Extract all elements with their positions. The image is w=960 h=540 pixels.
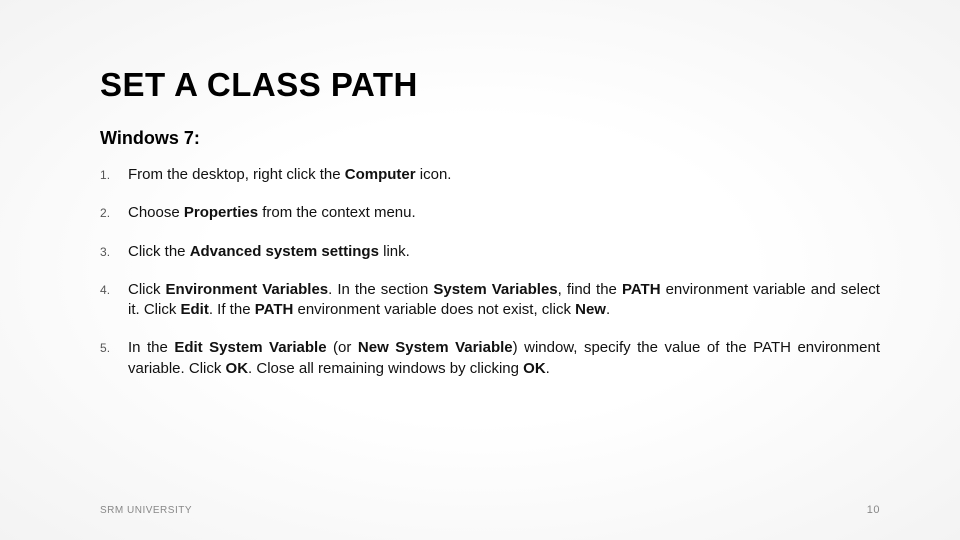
step-body: Click the Advanced system settings link. <box>128 242 880 262</box>
text: link. <box>379 243 410 260</box>
text: Click <box>128 281 166 298</box>
slide: SET A CLASS PATH Windows 7: From the des… <box>0 0 960 540</box>
bold-term: Computer <box>345 166 416 183</box>
footer: SRM UNIVERSITY 10 <box>100 504 880 516</box>
text: Choose <box>128 204 184 221</box>
steps-list: From the desktop, right click the Comput… <box>100 165 880 379</box>
list-item: Click the Advanced system settings link. <box>100 242 880 262</box>
text: . In the section <box>328 281 433 298</box>
text: . Close all remaining windows by clickin… <box>248 360 523 377</box>
bold-term: PATH <box>255 301 294 318</box>
text: , find the <box>558 281 622 298</box>
bold-term: Edit <box>181 301 209 318</box>
list-item: Choose Properties from the context menu. <box>100 203 880 223</box>
list-item: Click Environment Variables. In the sect… <box>100 280 880 321</box>
bold-term: System Variables <box>433 281 557 298</box>
step-body: From the desktop, right click the Comput… <box>128 165 880 185</box>
list-item: From the desktop, right click the Comput… <box>100 165 880 185</box>
text: environment variable does not exist, cli… <box>293 301 575 318</box>
text: from the context menu. <box>258 204 416 221</box>
text: icon. <box>416 166 452 183</box>
subtitle: Windows 7: <box>100 128 880 149</box>
bold-term: OK <box>523 360 546 377</box>
text: Click the <box>128 243 190 260</box>
bold-term: Edit System Variable <box>174 339 326 356</box>
bold-term: New System Variable <box>358 339 513 356</box>
bold-term: PATH <box>622 281 661 298</box>
text: In the <box>128 339 174 356</box>
bold-term: Properties <box>184 204 258 221</box>
text: From the desktop, right click the <box>128 166 345 183</box>
bold-term: Advanced system settings <box>190 243 379 260</box>
text: (or <box>327 339 358 356</box>
text: . <box>546 360 550 377</box>
text: . <box>606 301 610 318</box>
bold-term: OK <box>226 360 249 377</box>
list-item: In the Edit System Variable (or New Syst… <box>100 338 880 379</box>
bold-term: Environment Variables <box>166 281 329 298</box>
text: . If the <box>209 301 255 318</box>
step-body: Click Environment Variables. In the sect… <box>128 280 880 321</box>
step-body: Choose Properties from the context menu. <box>128 203 880 223</box>
page-title: SET A CLASS PATH <box>100 66 880 104</box>
bold-term: New <box>575 301 606 318</box>
footer-org: SRM UNIVERSITY <box>100 505 192 516</box>
page-number: 10 <box>867 504 880 516</box>
step-body: In the Edit System Variable (or New Syst… <box>128 338 880 379</box>
